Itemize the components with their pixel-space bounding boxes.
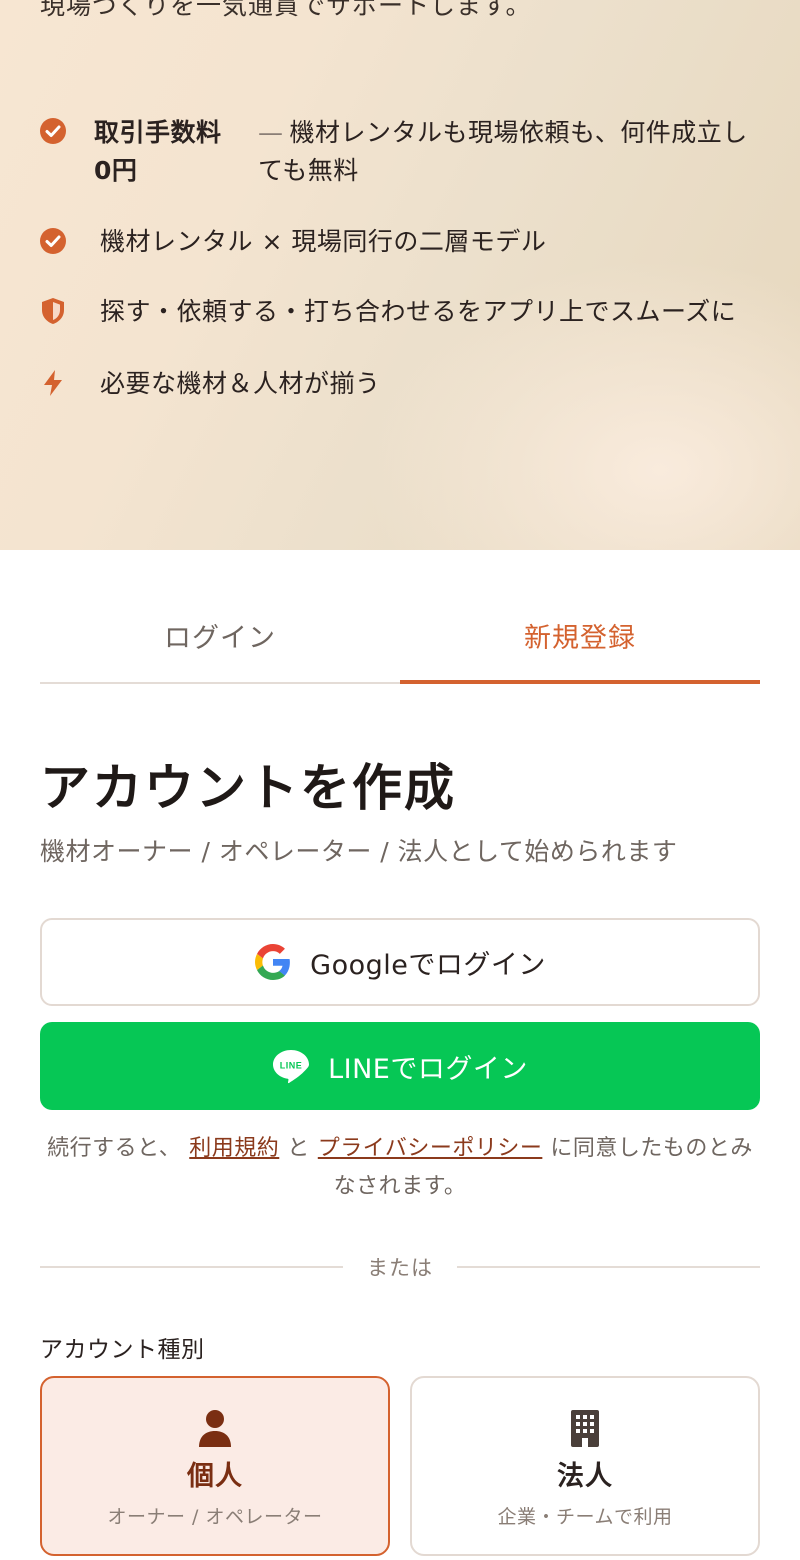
feature-text: 機材レンタル × 現場同行の二層モデル (100, 227, 547, 256)
google-login-button[interactable]: Googleでログイン (40, 918, 760, 1006)
hero-section: 現場づくりを一気通貫でサポートします。 取引手数料0円 — 機材レンタルも現場依頼… (0, 0, 800, 550)
auth-tabs: ログイン 新規登録 (40, 600, 760, 684)
tab-register[interactable]: 新規登録 (400, 600, 760, 684)
check-circle-icon (38, 116, 68, 146)
feature-item-app: 探す・依頼する・打ち合わせるをアプリ上でスムーズに (38, 294, 768, 330)
account-type-corporate[interactable]: 法人 企業・チームで利用 (410, 1376, 760, 1556)
page-title: アカウントを作成 (40, 759, 456, 817)
feature-item-resources: 必要な機材＆人材が揃う (38, 366, 768, 402)
lightning-icon (38, 368, 68, 398)
google-login-label: Googleでログイン (310, 949, 546, 981)
account-type-label: アカウント種別 (40, 1337, 205, 1363)
feature-description-text: 機材レンタルも現場依頼も、何件成立しても無料 (258, 118, 748, 185)
tab-login[interactable]: ログイン (40, 600, 400, 682)
feature-dash: — (258, 118, 284, 147)
account-type-title: 個人 (187, 1461, 243, 1492)
privacy-policy-link[interactable]: プライバシーポリシー (318, 1136, 543, 1161)
divider-line (457, 1266, 760, 1268)
google-icon (254, 943, 292, 981)
account-type-personal[interactable]: 個人 オーナー / オペレーター (40, 1376, 390, 1556)
line-icon-text: LINE (280, 1061, 303, 1071)
feature-text: 探す・依頼する・打ち合わせるをアプリ上でスムーズに (100, 297, 737, 326)
feature-description: — 機材レンタルも現場依頼も、何件成立しても無料 (258, 114, 763, 190)
account-type-subtitle: オーナー / オペレーター (107, 1506, 323, 1528)
divider-label: または (367, 1256, 433, 1280)
page-subtitle: 機材オーナー / オペレーター / 法人として始められます (40, 837, 678, 866)
line-login-label: LINEでログイン (328, 1053, 528, 1085)
terms-notice: 続行すると、 利用規約とプライバシーポリシー に同意したものとみなされます。 (40, 1130, 760, 1206)
line-icon: LINE (272, 1047, 310, 1085)
terms-prefix: 続行すると、 (47, 1136, 182, 1161)
building-icon (412, 1408, 758, 1448)
feature-title: 取引手数料0円 (94, 118, 222, 185)
line-login-button[interactable]: LINE LINEでログイン (40, 1022, 760, 1110)
feature-item-fee: 取引手数料0円 — 機材レンタルも現場依頼も、何件成立しても無料 (38, 114, 768, 190)
account-type-title: 法人 (557, 1461, 613, 1492)
feature-item-model: 機材レンタル × 現場同行の二層モデル (38, 224, 768, 260)
check-circle-icon (38, 226, 68, 256)
terms-conjunction: と (287, 1136, 310, 1161)
account-type-subtitle: 企業・チームで利用 (497, 1506, 673, 1528)
or-divider: または (40, 1252, 760, 1282)
divider-line (40, 1266, 343, 1268)
feature-text: 必要な機材＆人材が揃う (100, 369, 381, 398)
person-icon (42, 1408, 388, 1448)
shield-icon (38, 296, 68, 326)
terms-of-service-link[interactable]: 利用規約 (189, 1136, 279, 1161)
hero-subtitle: 現場づくりを一気通貫でサポートします。 (40, 0, 532, 20)
